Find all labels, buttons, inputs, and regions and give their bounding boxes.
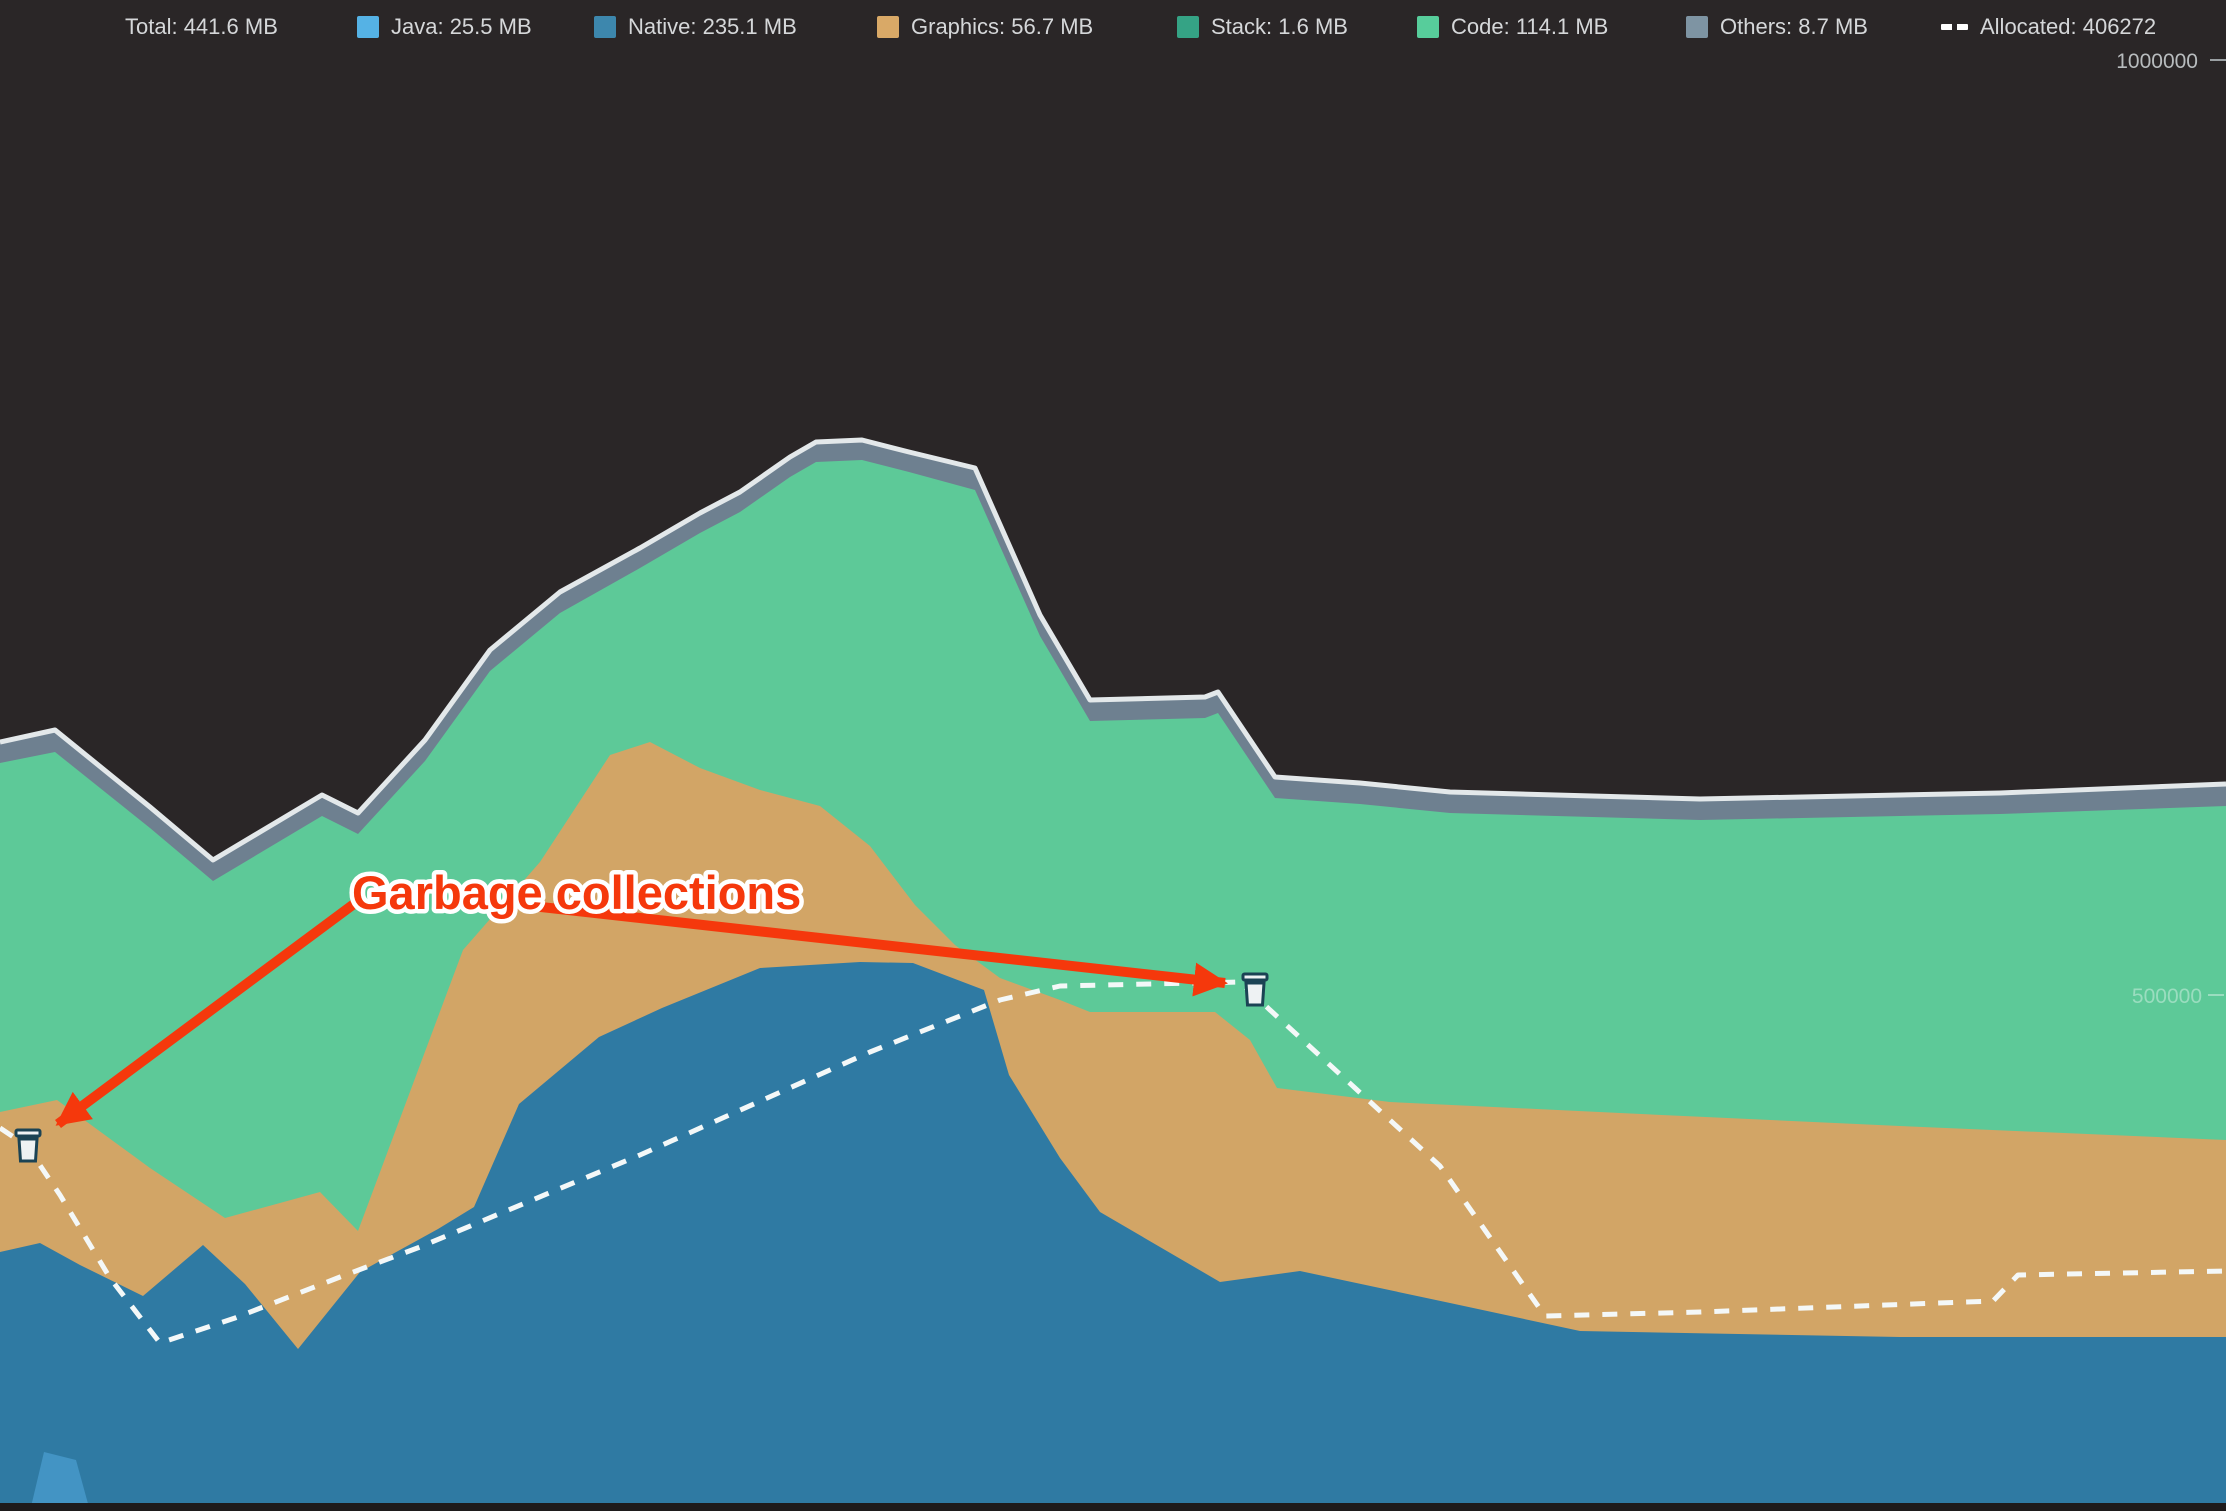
gc-trash-icon-2 [1243,974,1267,1005]
legend-item-native: Native: 235.1 MB [594,0,797,54]
legend-label-native: Native: 235.1 MB [628,14,797,40]
legend-item-others: Others: 8.7 MB [1686,0,1868,54]
legend-label-graphics: Graphics: 56.7 MB [911,14,1093,40]
code-swatch [1417,16,1439,38]
native-swatch [594,16,616,38]
legend-label-java: Java: 25.5 MB [391,14,532,40]
legend-item-graphics: Graphics: 56.7 MB [877,0,1093,54]
legend-label-stack: Stack: 1.6 MB [1211,14,1348,40]
legend-label-others: Others: 8.7 MB [1720,14,1868,40]
gc-trash-icon-1 [16,1130,40,1161]
legend-label-allocated: Allocated: 406272 [1980,14,2156,40]
others-swatch [1686,16,1708,38]
chart-bottom-edge [0,1503,2226,1511]
garbage-collections-annotation: Garbage collections [352,866,801,919]
legend-label-total: Total: 441.6 MB [125,14,278,40]
axis-tick-label-500000: 500000 [2132,985,2202,1008]
legend-item-total: Total: 441.6 MB [125,0,278,54]
memory-timeline-chart[interactable]: 1000000 500000 Garbage collections [0,0,2226,1511]
stack-swatch [1177,16,1199,38]
legend-item-java: Java: 25.5 MB [357,0,532,54]
memory-profiler-screen: 1000000 500000 Garbage collections Total… [0,0,2226,1511]
graphics-swatch [877,16,899,38]
legend-item-code: Code: 114.1 MB [1417,0,1608,54]
legend: Total: 441.6 MB Java: 25.5 MB Native: 23… [0,0,2226,54]
java-swatch [357,16,379,38]
legend-item-stack: Stack: 1.6 MB [1177,0,1348,54]
legend-item-allocated: Allocated: 406272 [1941,0,2156,54]
allocated-dash-icon [1941,24,1968,30]
legend-label-code: Code: 114.1 MB [1451,14,1608,40]
